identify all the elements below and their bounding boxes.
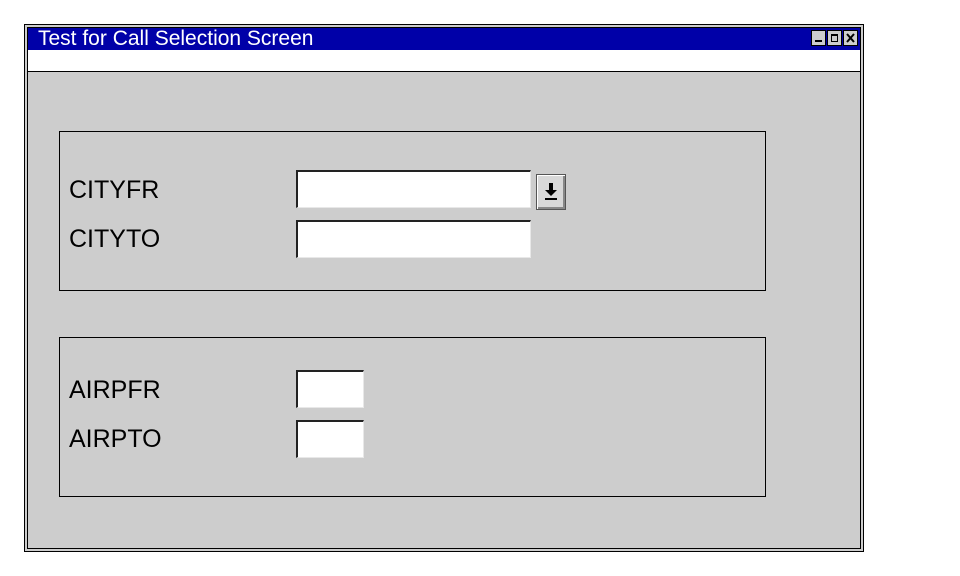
airpto-label: AIRPTO [69, 425, 162, 453]
cityto-label: CITYTO [69, 225, 161, 253]
airpfr-input[interactable] [296, 370, 364, 408]
maximize-icon[interactable] [827, 30, 842, 46]
cityfr-label: CITYFR [69, 176, 160, 204]
city-group-box: CITYFR CITYTO [59, 131, 766, 291]
selection-screen-window: Test for Call Selection Screen CITYFR CI… [24, 24, 864, 552]
close-icon[interactable] [843, 30, 858, 46]
cityto-input[interactable] [296, 220, 531, 258]
minimize-icon[interactable] [811, 30, 826, 46]
title-bar[interactable]: Test for Call Selection Screen [28, 28, 860, 50]
menu-bar [28, 50, 860, 72]
airpto-input[interactable] [296, 420, 364, 458]
dropdown-arrow-icon [545, 183, 557, 200]
airpfr-label: AIRPFR [69, 376, 161, 404]
cityfr-input[interactable] [296, 170, 531, 208]
window-controls [811, 30, 858, 46]
airport-group-box: AIRPFR AIRPTO [59, 337, 766, 497]
window-title: Test for Call Selection Screen [38, 27, 314, 50]
cityfr-dropdown-button[interactable] [536, 174, 566, 210]
